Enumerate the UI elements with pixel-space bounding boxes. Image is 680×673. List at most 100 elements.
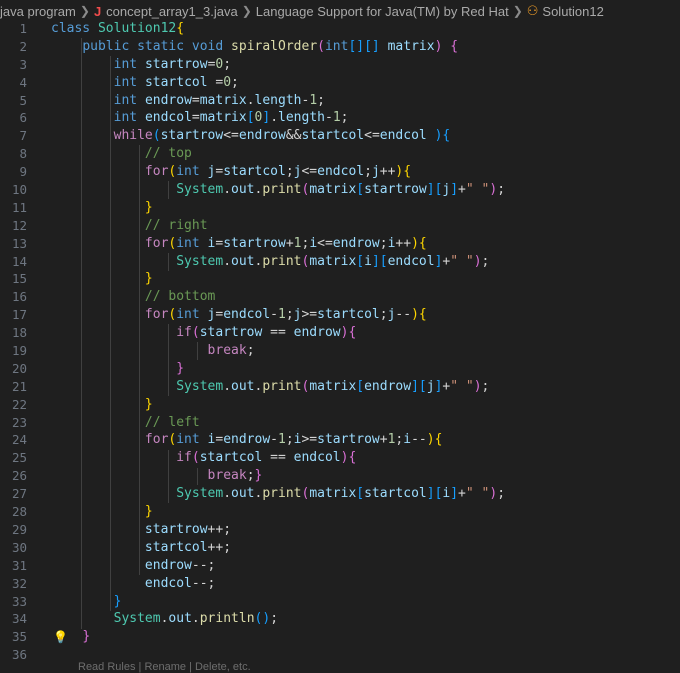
line-number: 13 bbox=[11, 235, 27, 251]
code-editor[interactable]: 1 class Solution12{2 public static void s… bbox=[0, 20, 680, 669]
code-token: Solution12 bbox=[97, 21, 177, 36]
breadcrumb-file-label: concept_array1_3.java bbox=[106, 3, 238, 19]
code-text: for(int j=endcol-1;j>=startcol;j--){ bbox=[51, 306, 427, 324]
code-token: int bbox=[176, 432, 208, 448]
code-line[interactable]: 19 break; bbox=[0, 342, 680, 360]
indent-guide bbox=[81, 37, 82, 629]
code-token: ; bbox=[379, 235, 388, 251]
code-token: print bbox=[262, 182, 302, 198]
code-line[interactable]: 15 } bbox=[0, 270, 680, 288]
code-line[interactable]: 16 // bottom bbox=[0, 288, 680, 306]
code-line[interactable]: 25 if(startcol == endcol){ bbox=[0, 449, 680, 467]
code-line[interactable]: 7 while(startrow<=endrow&&startcol<=endc… bbox=[0, 127, 680, 145]
code-token: } bbox=[82, 629, 91, 645]
code-token: ) bbox=[473, 378, 482, 394]
code-line[interactable]: 23 // left bbox=[0, 414, 680, 432]
code-token: ( bbox=[317, 38, 325, 54]
code-line[interactable]: 8 // top bbox=[0, 145, 680, 163]
code-token: ) bbox=[489, 182, 498, 198]
code-token: { bbox=[418, 307, 427, 323]
code-line[interactable]: 20 } bbox=[0, 360, 680, 378]
code-line[interactable]: 26 break;} bbox=[0, 467, 680, 485]
code-line[interactable]: 9 for(int j=startcol;j<=endcol;j++){ bbox=[0, 163, 680, 181]
code-line[interactable]: 22 } bbox=[0, 396, 680, 414]
code-text: System.out.print(matrix[endrow][j]+" "); bbox=[51, 378, 489, 396]
code-line[interactable]: 1 class Solution12{ bbox=[0, 20, 680, 38]
code-token: { bbox=[418, 235, 427, 251]
code-token: matrix bbox=[309, 182, 357, 198]
code-token: - bbox=[270, 432, 278, 448]
code-token: endcol bbox=[317, 164, 365, 180]
code-token: startcol bbox=[364, 486, 427, 502]
code-token: ; bbox=[223, 56, 232, 72]
code-token: // right bbox=[144, 217, 208, 233]
code-token: ] bbox=[450, 182, 459, 198]
line-number: 27 bbox=[11, 486, 27, 502]
code-line[interactable]: 33 } bbox=[0, 593, 680, 611]
code-line[interactable]: 30 startcol++; bbox=[0, 539, 680, 557]
code-token: ; bbox=[231, 74, 239, 90]
indent-guide bbox=[168, 324, 169, 396]
code-token: [] bbox=[364, 38, 380, 54]
code-line[interactable]: 14 System.out.print(matrix[i][endcol]+" … bbox=[0, 253, 680, 271]
breadcrumb-provider[interactable]: Language Support for Java(TM) by Red Hat bbox=[256, 4, 509, 19]
line-number: 3 bbox=[19, 56, 27, 72]
line-number: 6 bbox=[19, 110, 27, 126]
code-token: 1 bbox=[278, 307, 286, 323]
line-number: 8 bbox=[19, 146, 27, 162]
line-number: 4 bbox=[19, 74, 27, 90]
code-line[interactable]: 4 int startcol =0; bbox=[0, 74, 680, 92]
code-line[interactable]: 24 for(int i=endrow-1;i>=startrow+1;i--)… bbox=[0, 431, 680, 449]
code-text: if(startcol == endcol){ bbox=[51, 449, 356, 467]
breadcrumb-folder[interactable]: java program bbox=[0, 4, 76, 19]
code-line[interactable]: 35 💡 } bbox=[0, 628, 680, 646]
code-token: - bbox=[270, 307, 278, 323]
code-line[interactable]: 21 System.out.print(matrix[endrow][j]+" … bbox=[0, 378, 680, 396]
code-line[interactable]: 17 for(int j=endcol-1;j>=startcol;j--){ bbox=[0, 306, 680, 324]
code-text: int endcol=matrix[0].length-1; bbox=[51, 109, 349, 127]
code-line[interactable]: 31 endrow--; bbox=[0, 557, 680, 575]
code-line[interactable]: 5 int endrow=matrix.length-1; bbox=[0, 92, 680, 110]
code-token: i bbox=[309, 235, 318, 251]
indent-guide bbox=[168, 449, 169, 504]
code-line[interactable]: 2 public static void spiralOrder(int[][]… bbox=[0, 38, 680, 56]
code-line[interactable]: 11 } bbox=[0, 199, 680, 217]
line-number: 29 bbox=[11, 521, 27, 537]
code-token: ( bbox=[152, 128, 161, 144]
code-line[interactable]: 10 System.out.print(matrix[startrow][j]+… bbox=[0, 181, 680, 199]
indent-guide bbox=[197, 342, 198, 361]
code-token: startrow bbox=[160, 128, 224, 144]
code-token: { bbox=[403, 164, 412, 180]
code-line[interactable]: 12 // right bbox=[0, 217, 680, 235]
code-line[interactable]: 6 int endcol=matrix[0].length-1; bbox=[0, 109, 680, 127]
code-line[interactable]: 28 } bbox=[0, 503, 680, 521]
code-token: endcol bbox=[379, 128, 435, 144]
code-line[interactable]: 34 System.out.println(); bbox=[0, 610, 680, 628]
code-text: for(int i=startrow+1;i<=endrow;i++){ bbox=[51, 235, 427, 253]
code-token: i bbox=[364, 253, 372, 269]
code-line[interactable]: 29 startrow++; bbox=[0, 521, 680, 539]
code-token: length bbox=[254, 92, 302, 108]
code-token: . bbox=[246, 92, 255, 108]
code-token: ; bbox=[497, 182, 506, 198]
code-line[interactable]: 13 for(int i=startrow+1;i<=endrow;i++){ bbox=[0, 235, 680, 253]
code-token: break bbox=[207, 468, 247, 484]
breadcrumb-file[interactable]: J concept_array1_3.java bbox=[94, 4, 238, 19]
code-line[interactable]: 27 System.out.print(matrix[startcol][i]+… bbox=[0, 485, 680, 503]
code-line[interactable]: 18 if(startrow == endrow){ bbox=[0, 324, 680, 342]
code-token: ++ bbox=[395, 235, 412, 251]
code-line[interactable]: 3 int startrow=0; bbox=[0, 56, 680, 74]
code-token: endcol bbox=[387, 253, 435, 269]
code-line[interactable]: 32 endcol--; bbox=[0, 575, 680, 593]
breadcrumb-symbol[interactable]: ⚇ Solution12 bbox=[527, 3, 604, 19]
code-text: } bbox=[51, 503, 153, 521]
code-token: . bbox=[223, 486, 232, 502]
code-token: ; bbox=[481, 253, 490, 269]
code-token: [ bbox=[356, 253, 365, 269]
code-token: startrow bbox=[144, 521, 208, 537]
